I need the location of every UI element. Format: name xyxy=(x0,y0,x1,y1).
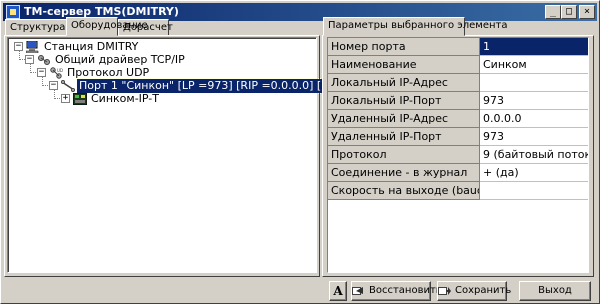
restore-button-label: Восстановить xyxy=(369,285,442,296)
property-key: Локальный IP-Порт xyxy=(328,92,480,110)
property-grid: Номер порта 1 Наименование Синком Локаль… xyxy=(327,37,589,273)
property-row[interactable]: Номер порта 1 xyxy=(328,38,588,56)
tree-node-label: Общий драйвер TCP/IP xyxy=(55,53,185,66)
collapse-toggle[interactable]: − xyxy=(49,81,58,90)
property-row[interactable]: Удаленный IP-Порт 973 xyxy=(328,128,588,146)
property-key: Локальный IP-Адрес xyxy=(328,74,480,92)
property-key: Удаленный IP-Порт xyxy=(328,128,480,146)
save-button-label: Сохранить xyxy=(455,285,512,296)
tab-equipment[interactable]: Оборудование xyxy=(66,17,148,36)
property-row[interactable]: Наименование Синком xyxy=(328,56,588,74)
property-value[interactable]: 973 xyxy=(480,128,588,146)
save-button[interactable]: Сохранить xyxy=(437,281,511,301)
property-value[interactable]: 973 xyxy=(480,92,588,110)
tree-node-label: Протокол UDP xyxy=(67,66,150,79)
property-row[interactable]: Скорость на выходе (baud) xyxy=(328,182,588,200)
property-row[interactable]: Удаленный IP-Адрес 0.0.0.0 xyxy=(328,110,588,128)
font-button[interactable]: A xyxy=(329,281,347,301)
collapse-toggle[interactable]: − xyxy=(14,42,23,51)
protocol-icon: UDP xyxy=(50,67,63,79)
property-row[interactable]: Локальный IP-Адрес xyxy=(328,74,588,92)
app-window: TM-сервер TMS(DMITRY) _ □ × Структура Об… xyxy=(0,0,600,304)
property-value[interactable] xyxy=(480,74,588,92)
app-icon xyxy=(6,5,20,19)
close-button[interactable]: × xyxy=(579,5,595,19)
network-icon xyxy=(38,55,50,65)
property-key: Номер порта xyxy=(328,38,480,56)
maximize-button[interactable]: □ xyxy=(561,5,577,19)
property-value[interactable] xyxy=(480,182,588,200)
expand-toggle[interactable]: + xyxy=(61,94,70,103)
minimize-button[interactable]: _ xyxy=(545,5,561,19)
tab-parameters[interactable]: Параметры выбранного элемента xyxy=(323,17,507,36)
property-row[interactable]: Соединение - в журнал + (да) xyxy=(328,164,588,182)
property-value[interactable]: Синком xyxy=(480,56,588,74)
restore-icon xyxy=(352,287,363,295)
property-key: Скорость на выходе (baud) xyxy=(328,182,480,200)
property-key: Наименование xyxy=(328,56,480,74)
property-row[interactable]: Локальный IP-Порт 973 xyxy=(328,92,588,110)
computer-icon xyxy=(26,41,39,53)
port-icon xyxy=(61,80,75,92)
device-icon xyxy=(73,93,87,105)
property-key: Соединение - в журнал xyxy=(328,164,480,182)
property-value[interactable]: 0.0.0.0 xyxy=(480,110,588,128)
property-key: Удаленный IP-Адрес xyxy=(328,110,480,128)
tree-node-label: Станция DMITRY xyxy=(44,40,139,53)
exit-button[interactable]: Выход xyxy=(519,281,591,301)
property-value[interactable]: 1 xyxy=(480,38,588,56)
equipment-tree[interactable]: − Станция DMITRY − Общий драйвер TCP/IP … xyxy=(7,37,377,273)
property-row[interactable]: Протокол 9 (байтовый поток) xyxy=(328,146,588,164)
property-key: Протокол xyxy=(328,146,480,164)
tree-node-label: Синком-IP-Т xyxy=(91,92,159,105)
collapse-toggle[interactable]: − xyxy=(25,55,34,64)
property-value[interactable]: + (да) xyxy=(480,164,588,182)
tab-structure[interactable]: Структура xyxy=(5,19,67,36)
save-icon xyxy=(438,287,451,295)
collapse-toggle[interactable]: − xyxy=(37,68,46,77)
property-value[interactable]: 9 (байтовый поток) xyxy=(480,146,588,164)
svg-text:UDP: UDP xyxy=(57,68,63,73)
restore-button[interactable]: Восстановить xyxy=(351,281,442,301)
